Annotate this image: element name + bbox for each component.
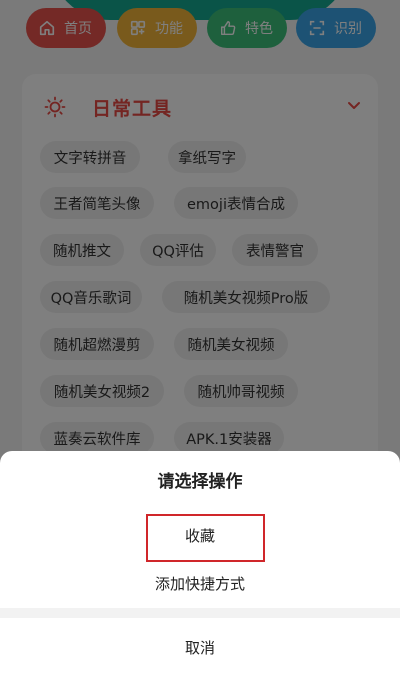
favorite-option[interactable]: 收藏 [0,525,400,546]
app-page: 首页 功能 特色 识别 [0,0,400,676]
cancel-button[interactable]: 取消 [0,637,400,658]
sheet-divider [0,608,400,618]
add-shortcut-option[interactable]: 添加快捷方式 [0,573,400,594]
action-sheet: 请选择操作 收藏 添加快捷方式 取消 [0,451,400,676]
sheet-title: 请选择操作 [157,472,243,492]
